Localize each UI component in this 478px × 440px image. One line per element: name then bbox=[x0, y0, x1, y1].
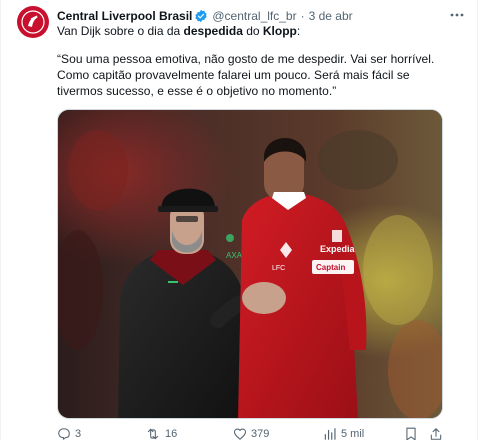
jacket-logo: AXA bbox=[226, 251, 243, 260]
reply-icon bbox=[58, 428, 70, 440]
views-icon bbox=[324, 428, 336, 440]
display-name[interactable]: Central Liverpool Brasil bbox=[57, 8, 192, 24]
intro-bold-klopp: Klopp bbox=[262, 24, 297, 38]
more-icon bbox=[450, 13, 464, 17]
captain-armband: Captain bbox=[316, 263, 345, 272]
repost-button[interactable]: 16 bbox=[145, 426, 177, 440]
like-count: 379 bbox=[251, 428, 270, 440]
separator: · bbox=[300, 9, 305, 23]
repost-count: 16 bbox=[165, 428, 178, 440]
club-logo-icon bbox=[18, 7, 48, 37]
like-icon bbox=[233, 428, 247, 440]
share-icon bbox=[430, 428, 442, 440]
photo-illustration: AXA LFC Expedia Captain bbox=[58, 110, 442, 418]
tweet-quote: “Sou uma pessoa emotiva, não gosto de me… bbox=[57, 52, 435, 98]
like-button[interactable]: 379 bbox=[233, 426, 269, 440]
tweet-actions: 3 16 379 5 mil bbox=[57, 426, 447, 440]
avatar[interactable] bbox=[17, 6, 49, 38]
intro-text: Van Dijk sobre o dia da bbox=[57, 24, 184, 38]
views-button[interactable]: 5 mil bbox=[323, 426, 364, 440]
more-button[interactable] bbox=[447, 7, 467, 23]
shirt-crest: LFC bbox=[272, 265, 285, 272]
verified-icon bbox=[195, 9, 207, 23]
share-button[interactable] bbox=[429, 426, 443, 440]
views-count: 5 mil bbox=[341, 428, 365, 440]
tweet-photo[interactable]: AXA LFC Expedia Captain bbox=[57, 109, 443, 419]
timestamp[interactable]: 3 de abr bbox=[309, 8, 353, 24]
intro-bold-despedida: despedida bbox=[183, 24, 243, 38]
repost-icon bbox=[147, 428, 159, 440]
tweet-intro: Van Dijk sobre o dia da despedida do Klo… bbox=[57, 23, 461, 39]
reply-button[interactable]: 3 bbox=[57, 426, 81, 440]
shirt-sponsor: Expedia bbox=[320, 244, 356, 254]
handle[interactable]: @central_lfc_br bbox=[212, 8, 296, 24]
bookmark-icon bbox=[406, 427, 416, 440]
reply-count: 3 bbox=[75, 428, 82, 440]
intro-colon: : bbox=[296, 24, 301, 38]
bookmark-button[interactable] bbox=[405, 426, 417, 440]
intro-text-middle: do bbox=[242, 24, 263, 38]
tweet-card[interactable]: Central Liverpool Brasil @central_lfc_br… bbox=[0, 0, 478, 440]
